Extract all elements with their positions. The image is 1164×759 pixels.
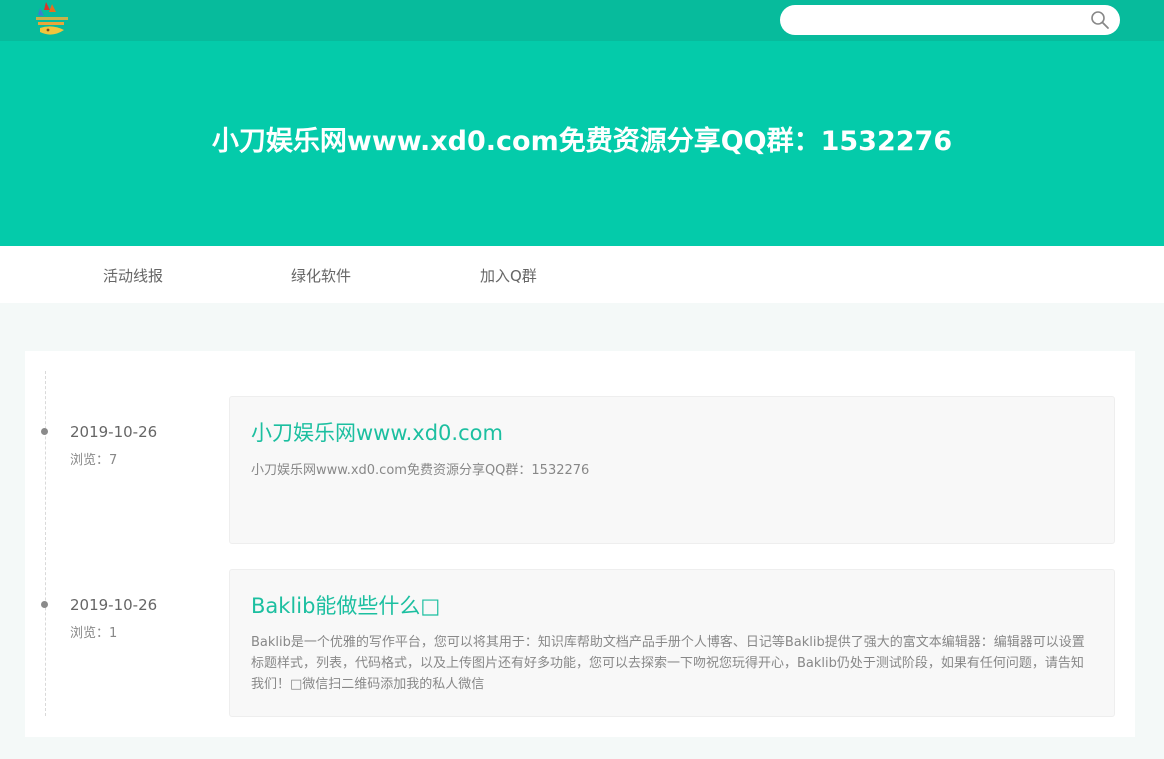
nav-item-software[interactable]: 绿化软件 — [291, 265, 351, 286]
nav-item-qq-group[interactable]: 加入Q群 — [480, 265, 537, 286]
site-logo[interactable] — [30, 0, 74, 40]
timeline-line — [45, 371, 46, 716]
post-card[interactable]: 小刀娱乐网www.xd0.com 小刀娱乐网www.xd0.com免费资源分享Q… — [229, 396, 1115, 544]
post-title[interactable]: Baklib能做些什么□ — [251, 590, 440, 620]
timeline-dot — [41, 428, 48, 435]
post-card[interactable]: Baklib能做些什么□ Baklib是一个优雅的写作平台，您可以将其用于：知识… — [229, 569, 1115, 717]
post-date: 2019-10-26 — [70, 596, 158, 614]
hero-title: 小刀娱乐网www.xd0.com免费资源分享QQ群：1532276 — [211, 126, 953, 157]
top-bar — [0, 0, 1164, 41]
post-views: 浏览：1 — [70, 626, 118, 641]
search-input[interactable] — [794, 9, 1084, 31]
hero-banner: 小刀娱乐网www.xd0.com免费资源分享QQ群：1532276 — [0, 41, 1164, 246]
post-title[interactable]: 小刀娱乐网www.xd0.com — [251, 417, 503, 447]
post-timeline: 2019-10-26 浏览：7 小刀娱乐网www.xd0.com 小刀娱乐网ww… — [25, 351, 1135, 737]
main-nav: 活动线报 绿化软件 加入Q群 — [0, 246, 1164, 303]
search-box[interactable] — [780, 5, 1120, 35]
search-icon[interactable] — [1090, 10, 1110, 30]
post-date: 2019-10-26 — [70, 423, 158, 441]
post-excerpt: 小刀娱乐网www.xd0.com免费资源分享QQ群：1532276 — [251, 463, 590, 478]
post-excerpt: Baklib是一个优雅的写作平台，您可以将其用于：知识库帮助文档产品手册个人博客… — [251, 635, 1085, 692]
post-views: 浏览：7 — [70, 453, 118, 468]
nav-item-activity[interactable]: 活动线报 — [103, 265, 163, 286]
timeline-dot — [41, 601, 48, 608]
